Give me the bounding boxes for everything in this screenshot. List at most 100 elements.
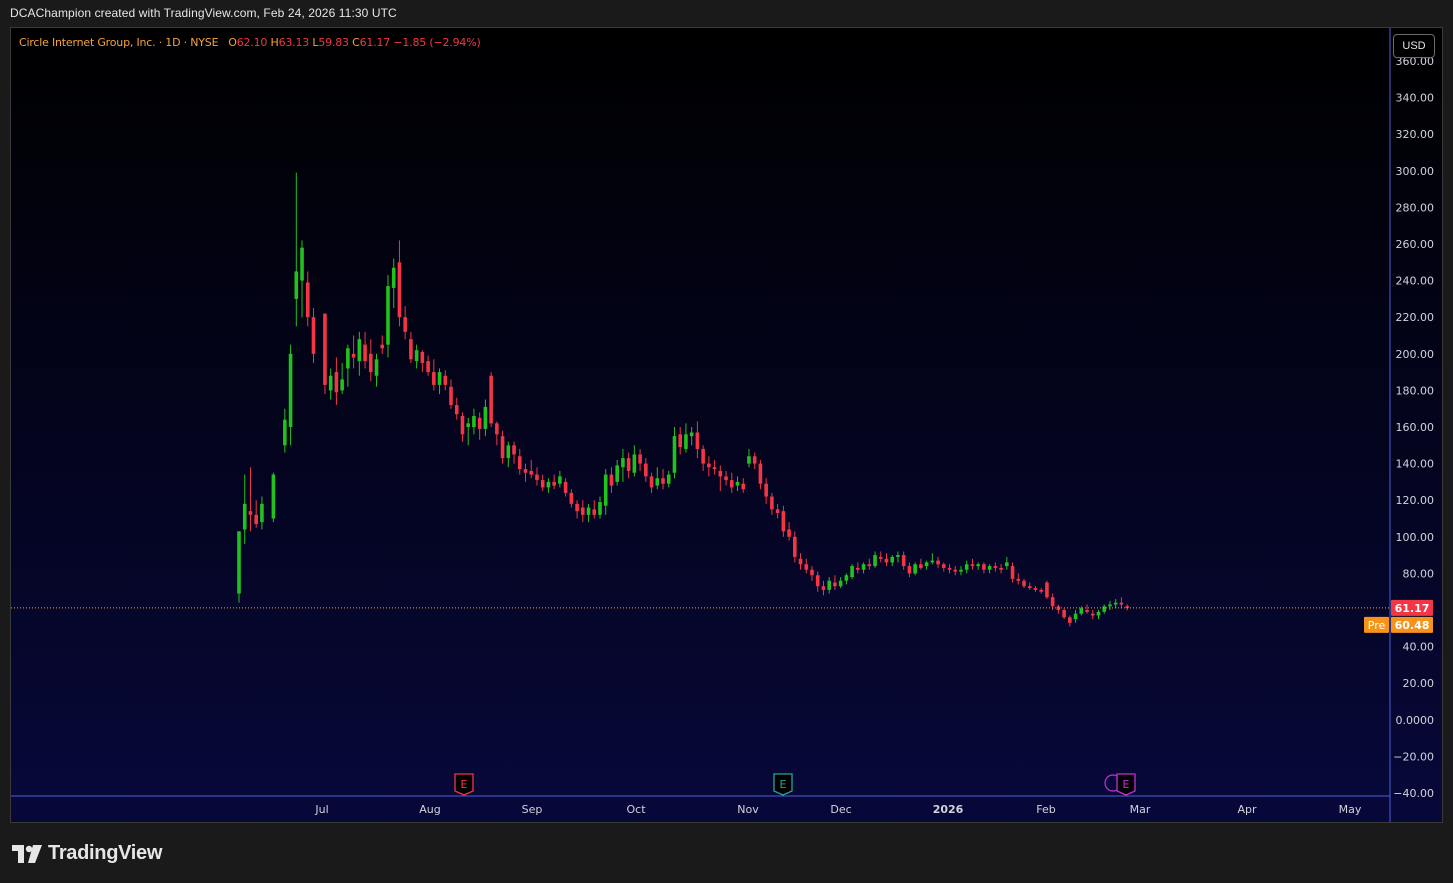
open-value: 62.10: [236, 36, 268, 49]
price-tick-label: 180.00: [1396, 384, 1435, 397]
candle-body: [300, 247, 304, 281]
candle-body: [712, 467, 717, 470]
svg-text:E: E: [461, 778, 468, 791]
candle-body: [838, 580, 843, 587]
tradingview-brand: TradingView: [48, 842, 163, 864]
candle-body: [1068, 617, 1072, 623]
candle-body: [930, 560, 935, 563]
candle-body: [403, 317, 407, 332]
candle-body: [632, 454, 637, 473]
candle-body: [472, 416, 476, 427]
candle-body: [506, 445, 511, 459]
candle-body: [718, 470, 723, 477]
price-tick-label: −20.00: [1393, 750, 1434, 763]
earnings-event-marker[interactable]: E: [454, 773, 474, 796]
candle-body: [810, 569, 814, 576]
candle[interactable]: [271, 472, 276, 523]
candle-body: [752, 456, 757, 464]
candle-body: [288, 353, 293, 427]
candle-body: [386, 286, 390, 345]
candle-body: [907, 566, 912, 574]
candle-body: [672, 436, 677, 473]
candle-body: [546, 481, 551, 488]
candle-body: [999, 567, 1003, 570]
candle-body: [724, 476, 728, 481]
candle[interactable]: [237, 531, 241, 603]
candle[interactable]: [1045, 580, 1049, 600]
candle-body: [890, 556, 895, 563]
candle-body: [821, 586, 826, 590]
candle-body: [901, 555, 906, 567]
candle-body: [884, 558, 889, 563]
candle-body: [678, 434, 683, 448]
candle-body: [500, 436, 505, 459]
candle-body: [615, 465, 619, 482]
candle-body: [420, 351, 425, 363]
candle-body: [1102, 606, 1107, 612]
price-tick-label: 140.00: [1396, 458, 1435, 471]
candle-body: [655, 478, 660, 486]
candle-body: [1016, 578, 1021, 581]
close-label: C: [352, 36, 360, 49]
candle-body: [1079, 608, 1084, 614]
price-tick-label: 240.00: [1396, 275, 1435, 288]
candle-body: [1010, 566, 1015, 579]
time-tick-label: Aug: [419, 803, 440, 816]
candle-body: [1119, 602, 1124, 605]
price-tick-label: 340.00: [1396, 92, 1435, 105]
candle[interactable]: [489, 372, 493, 427]
candle-body: [340, 379, 344, 391]
price-tick-label: 220.00: [1396, 311, 1435, 324]
candle-body: [856, 567, 860, 570]
tradingview-icon: [12, 844, 42, 863]
chart-background: [11, 28, 1442, 822]
candle-body: [878, 556, 883, 559]
candle[interactable]: [850, 564, 854, 579]
svg-text:61.17: 61.17: [1395, 602, 1430, 615]
time-tick-label: Dec: [830, 803, 851, 816]
candle-body: [283, 419, 287, 446]
candle-body: [237, 531, 241, 594]
candle-body: [689, 432, 694, 437]
candle-body: [787, 529, 791, 537]
candle-body: [661, 478, 665, 484]
chart-panel[interactable]: EEE 360.00 340.00 320.00 300.00 280.00 260.00…: [10, 27, 1443, 823]
low-value: 59.83: [318, 36, 349, 49]
candle-body: [798, 558, 803, 565]
earnings-event-marker[interactable]: E: [773, 773, 793, 796]
candle-body: [489, 375, 493, 424]
currency-button[interactable]: USD: [1393, 34, 1435, 58]
candle-body: [242, 503, 247, 530]
time-tick-label: Sep: [522, 803, 543, 816]
price-tick-label: 160.00: [1396, 421, 1435, 434]
price-tick-label: 0.0000: [1396, 714, 1435, 727]
candle-body: [598, 502, 602, 515]
attribution-text: DCAChampion created with TradingView.com…: [10, 6, 397, 20]
candle-body: [626, 458, 631, 471]
time-tick-label: May: [1339, 803, 1362, 816]
candle-body: [729, 480, 734, 488]
price-tick-label: 200.00: [1396, 348, 1435, 361]
candle-body: [563, 481, 568, 493]
candle-body: [592, 509, 597, 515]
candle-body: [1108, 604, 1112, 607]
candle-body: [351, 353, 356, 358]
time-tick-label: Mar: [1130, 803, 1151, 816]
candle-body: [741, 483, 746, 490]
close-value: 61.17: [359, 36, 391, 49]
price-tick-label: 40.00: [1403, 641, 1435, 654]
candle-body: [483, 406, 488, 429]
candle-body: [1027, 586, 1032, 589]
candle-body: [970, 564, 975, 567]
candle-body: [603, 474, 608, 506]
tradingview-logo[interactable]: TradingView: [12, 842, 162, 865]
candle[interactable]: [323, 313, 327, 395]
time-tick-label: Nov: [737, 803, 759, 816]
price-tick-label: 100.00: [1396, 531, 1435, 544]
candle-body: [684, 434, 688, 449]
candle-body: [305, 282, 310, 318]
candle-body: [1090, 613, 1095, 616]
candle[interactable]: [913, 562, 917, 576]
candle-body: [460, 416, 465, 435]
candlestick-chart[interactable]: EEE 360.00340.00320.00300.00280.00260.00…: [11, 28, 1443, 823]
